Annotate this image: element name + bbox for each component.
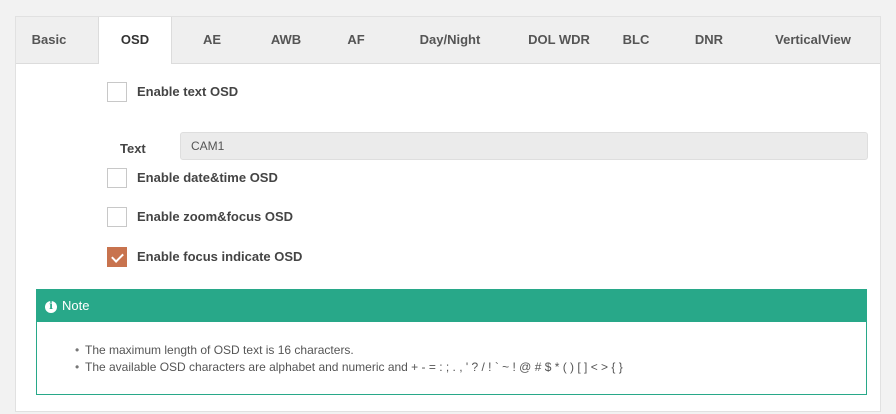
tab-verticalview[interactable]: VerticalView <box>754 17 872 63</box>
enable-text-osd-checkbox[interactable] <box>107 82 127 102</box>
enable-text-osd-label[interactable]: Enable text OSD <box>137 82 238 102</box>
note-item-available-chars: The available OSD characters are alphabe… <box>75 359 866 376</box>
tab-awb[interactable]: AWB <box>256 17 316 63</box>
enable-focus-indicate-osd-checkbox[interactable] <box>107 247 127 267</box>
tab-blc[interactable]: BLC <box>606 17 666 63</box>
tab-osd[interactable]: OSD <box>98 17 172 64</box>
settings-panel: Basic OSD AE AWB AF Day/Night DOL WDR BL… <box>15 16 881 412</box>
tab-dnr[interactable]: DNR <box>676 17 742 63</box>
note-item-max-length: The maximum length of OSD text is 16 cha… <box>75 342 866 359</box>
note-body: The maximum length of OSD text is 16 cha… <box>37 322 866 376</box>
note-header: i Note <box>37 290 866 322</box>
tab-basic[interactable]: Basic <box>16 17 82 63</box>
info-icon: i <box>45 300 57 313</box>
osd-text-input[interactable] <box>180 132 868 160</box>
note-box: i Note The maximum length of OSD text is … <box>36 289 867 395</box>
tab-dol-wdr[interactable]: DOL WDR <box>514 17 604 63</box>
enable-focus-indicate-osd-label[interactable]: Enable focus indicate OSD <box>137 247 302 267</box>
enable-zoom-focus-osd-checkbox[interactable] <box>107 207 127 227</box>
note-title: Note <box>62 298 90 313</box>
text-field-label: Text <box>120 141 146 156</box>
enable-date-time-osd-label[interactable]: Enable date&time OSD <box>137 168 278 188</box>
tab-bar: Basic OSD AE AWB AF Day/Night DOL WDR BL… <box>16 17 880 64</box>
tab-ae[interactable]: AE <box>188 17 236 63</box>
enable-date-time-osd-checkbox[interactable] <box>107 168 127 188</box>
enable-zoom-focus-osd-label[interactable]: Enable zoom&focus OSD <box>137 207 293 227</box>
tab-af[interactable]: AF <box>332 17 380 63</box>
tab-day-night[interactable]: Day/Night <box>400 17 500 63</box>
